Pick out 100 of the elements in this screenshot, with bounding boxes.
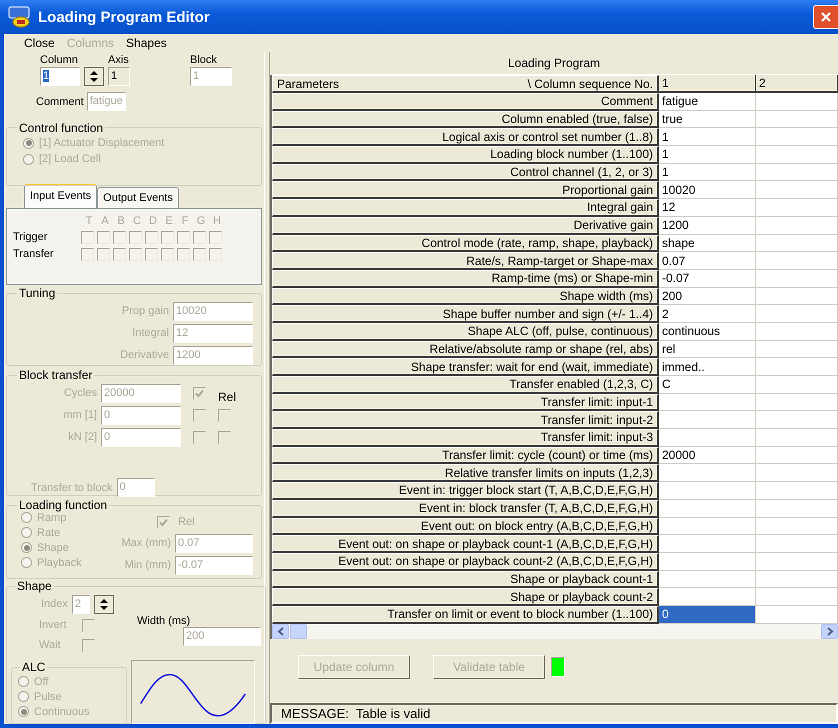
table-cell[interactable] [756, 288, 838, 306]
table-cell[interactable]: 1 [659, 164, 756, 182]
option-label: Off [34, 676, 48, 688]
table-cell[interactable] [756, 270, 838, 288]
row-header: Shape width (ms) [272, 288, 659, 306]
header-label: Parameters [277, 78, 340, 90]
row-header: Logical axis or control set number (1..8) [272, 128, 659, 146]
table-cell[interactable] [756, 482, 838, 500]
table-cell[interactable] [756, 305, 838, 323]
column-label: Rel [218, 390, 238, 404]
table-cell[interactable] [756, 552, 838, 571]
table-cell[interactable] [756, 199, 838, 217]
field-label: Index [41, 598, 68, 610]
table-cell[interactable] [659, 535, 756, 553]
menu-item[interactable]: Close [24, 36, 55, 50]
table-cell[interactable] [756, 358, 838, 376]
column-letter: E [164, 214, 174, 227]
table-cell[interactable]: 0 [659, 606, 756, 624]
menu-item[interactable]: Shapes [126, 36, 167, 50]
input-field[interactable]: 1 [40, 67, 80, 86]
table-cell[interactable]: 20000 [659, 446, 756, 464]
row-header: Transfer on limit or event to block number (1..100) [272, 606, 659, 624]
column-letter: G [196, 214, 206, 227]
table-cell[interactable] [756, 429, 838, 447]
table-cell[interactable]: shape [659, 234, 756, 252]
table-cell[interactable] [756, 181, 838, 200]
table-cell[interactable]: immed.. [659, 358, 756, 376]
table-cell[interactable] [756, 110, 838, 128]
table-cell[interactable]: continuous [659, 322, 756, 341]
table-cell[interactable] [756, 128, 838, 146]
table-cell[interactable] [756, 446, 838, 464]
column-header: 1 [659, 75, 756, 94]
table-cell[interactable] [659, 570, 756, 588]
row-header: Shape or playback count-2 [272, 588, 659, 606]
table-cell[interactable]: 0.07 [659, 252, 756, 270]
input-field[interactable]: 1 [108, 67, 130, 86]
scroll-left-button[interactable] [272, 624, 289, 639]
table-cell[interactable]: 1 [659, 146, 756, 164]
field-label: Max (mm) [122, 537, 171, 550]
table-cell[interactable] [659, 500, 756, 518]
row-header: Relative transfer limits on inputs (1,2,3) [272, 464, 659, 482]
table-cell[interactable] [756, 535, 838, 553]
table-cell[interactable]: 2 [659, 305, 756, 323]
table-cell[interactable]: 12 [659, 199, 756, 217]
row-header: Relative/absolute ramp or shape (rel, abs) [272, 340, 659, 358]
table-cell[interactable] [756, 146, 838, 164]
table-cell[interactable] [659, 518, 756, 536]
scroll-thumb[interactable] [290, 624, 307, 639]
close-button[interactable] [813, 5, 838, 29]
table-cell[interactable] [659, 464, 756, 482]
table-cell[interactable] [659, 552, 756, 571]
table-cell[interactable] [756, 588, 838, 606]
field-label: Derivative [120, 349, 169, 362]
table-cell[interactable] [756, 340, 838, 358]
row-header: Transfer limit: input-1 [272, 394, 659, 412]
table-cell[interactable] [756, 500, 838, 518]
table-cell[interactable] [756, 93, 838, 111]
table-cell[interactable]: -0.07 [659, 270, 756, 288]
row-header: Transfer enabled (1,2,3, C) [272, 376, 659, 394]
table-cell[interactable] [756, 252, 838, 270]
row-header: Control mode (rate, ramp, shape, playback) [272, 234, 659, 252]
table-cell[interactable] [659, 411, 756, 430]
table-cell[interactable] [756, 518, 838, 536]
spin-button[interactable] [84, 67, 104, 86]
table-cell[interactable]: 10020 [659, 181, 756, 200]
table-cell[interactable] [659, 394, 756, 412]
option-label: Playback [37, 556, 82, 569]
table-cell[interactable] [659, 429, 756, 447]
table-cell[interactable] [756, 216, 838, 235]
field-label: Min (mm) [124, 559, 171, 572]
table-cell[interactable] [756, 234, 838, 252]
table-cell[interactable]: 1 [659, 128, 756, 146]
table-cell[interactable]: fatigue [659, 93, 756, 111]
table-cell[interactable] [756, 464, 838, 482]
option-label: Rate [37, 526, 60, 539]
field-label: Transfer to block [31, 482, 113, 494]
field-label: Cycles [62, 387, 98, 400]
checkbox-label: Wait [39, 639, 61, 651]
row-header: Integral gain [272, 199, 659, 217]
arrow-right-icon [826, 626, 834, 636]
scrollbar[interactable] [270, 624, 838, 640]
table-cell[interactable]: rel [659, 340, 756, 358]
row-header: Comment [272, 93, 659, 111]
table-cell[interactable] [756, 394, 838, 412]
table-cell[interactable] [756, 164, 838, 182]
table-cell[interactable]: C [659, 376, 756, 394]
scroll-right-button[interactable] [821, 624, 838, 639]
option-label: Pulse [34, 690, 62, 702]
table-cell[interactable]: true [659, 110, 756, 128]
table-cell[interactable]: 200 [659, 288, 756, 306]
table-cell[interactable] [756, 376, 838, 394]
table-cell[interactable] [659, 482, 756, 500]
table-cell[interactable] [756, 411, 838, 430]
table-cell[interactable] [756, 570, 838, 588]
row-header: Loading block number (1..100) [272, 146, 659, 164]
field-label: Axis [108, 54, 129, 66]
table-cell[interactable] [756, 322, 838, 341]
table-cell[interactable]: 1200 [659, 216, 756, 235]
checkbox-label: Invert [39, 619, 67, 631]
row-header: Transfer limit: cycle (count) or time (ms) [272, 446, 659, 464]
